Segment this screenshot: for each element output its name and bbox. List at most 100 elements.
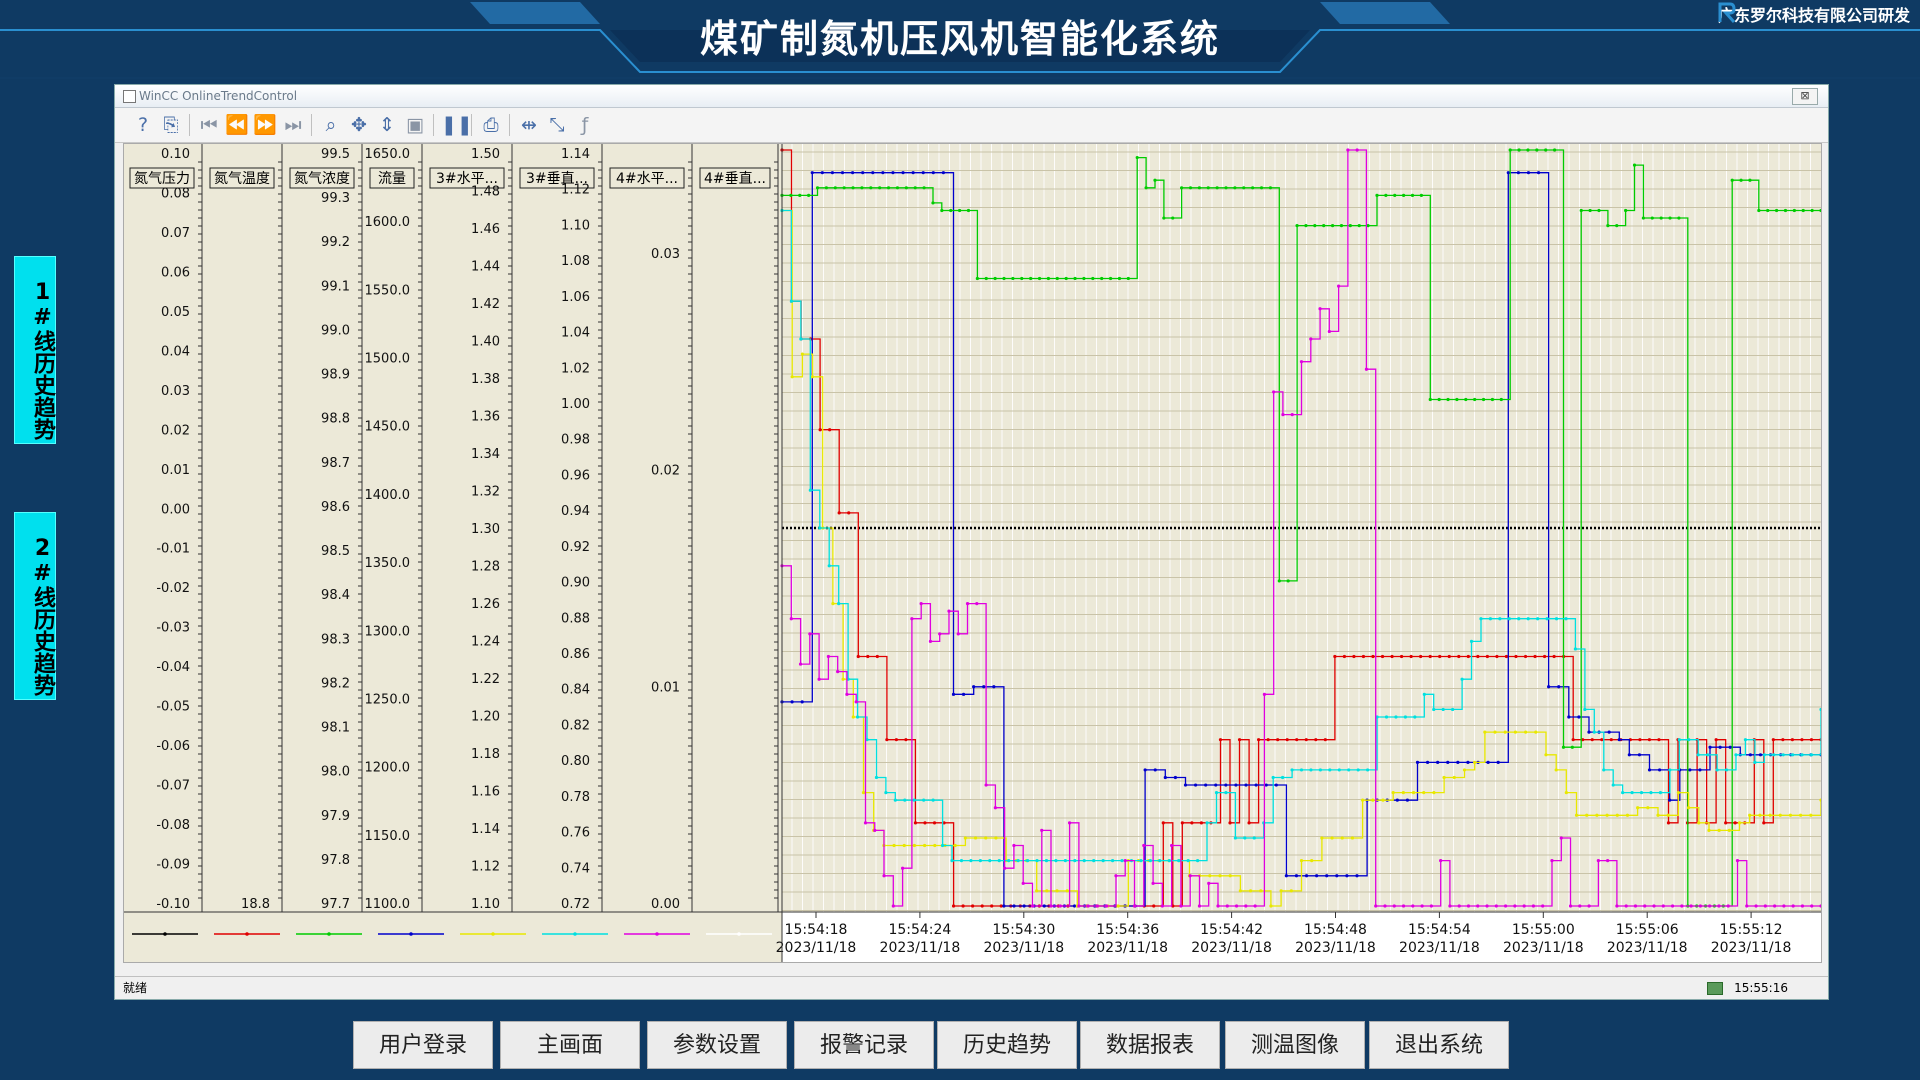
series-point [911,171,915,175]
series-point [1715,768,1719,772]
nav-data-report[interactable]: 数据报表 [1080,1021,1220,1069]
series-point [931,798,935,802]
series-point [1485,654,1489,659]
series-point [912,798,916,802]
series-point [1237,738,1242,742]
y-tick-label: 0.76 [561,826,590,841]
y-tick-label: 98.2 [321,676,350,691]
y-tick-label: 1.18 [471,747,500,762]
nav-user-login[interactable]: 用户登录 [353,1021,493,1069]
y-tick-label: 0.72 [561,897,590,912]
series-point [1438,654,1442,659]
x-tick-date: 2023/11/18 [1711,940,1792,956]
nav-exit-system[interactable]: 退出系统 [1369,1021,1509,1069]
series-point [847,511,851,515]
zoom-icon[interactable]: ⌕ [319,113,343,137]
series-point [1724,821,1728,825]
series-point [1800,904,1805,908]
first-record-icon[interactable]: ⏮ [197,113,221,137]
x-tick-time: 15:55:12 [1720,922,1783,938]
y-tick-label: 0.07 [161,226,190,241]
series-point [1781,738,1785,742]
ruler-icon[interactable]: ⇹ [517,113,541,137]
nav-parameter-settings[interactable]: 参数设置 [647,1021,787,1069]
y-tick-label: 0.94 [561,504,590,519]
series-point [1063,859,1067,863]
x-tick-time: 15:55:00 [1512,922,1575,938]
line2-history-button[interactable]: 2#线历史趋势 [14,512,56,700]
series-point [978,859,982,863]
series-point [1448,904,1452,908]
series-point [799,337,803,341]
y-tick-label: 1.34 [471,447,500,462]
series-point [1393,193,1397,197]
series-point [1345,874,1349,878]
series-point [1163,775,1167,780]
line1-history-button[interactable]: 1#线历史趋势 [14,256,56,444]
series-point [1152,904,1156,908]
series-point [1568,904,1573,908]
series-point [1495,654,1499,659]
last-record-icon[interactable]: ⏭ [281,113,305,137]
series-point [1072,904,1077,908]
series-point [1405,798,1410,802]
y-tick-label: 0.88 [561,611,590,626]
series-point [1330,836,1334,840]
series-point [1286,579,1290,583]
move-icon[interactable]: ✥ [347,113,371,137]
statistics-icon[interactable]: ƒ [573,113,597,137]
y-tick-label: 1.26 [471,597,500,612]
series-point [1564,791,1568,795]
series-point [1590,738,1594,742]
y-tick-label: -0.01 [156,542,190,557]
nav-main-screen[interactable]: 主画面 [500,1021,640,1069]
series-point [893,798,897,802]
series-point [1810,208,1814,213]
series-point [938,632,942,636]
help-icon[interactable]: ? [131,113,155,137]
close-button[interactable]: ⊠ [1792,88,1818,105]
x-tick-date: 2023/11/18 [1191,940,1272,956]
series-point [1574,813,1579,817]
select-region-icon[interactable]: ⤡ [545,113,569,137]
nav-history-trend[interactable]: 历史趋势 [937,1021,1077,1069]
header-banner: 煤矿制氮机压风机智能化系统 广东罗尔科技有限公司研发 [0,0,1920,86]
config-icon[interactable]: ⎘ [159,113,183,137]
y-tick-label: 97.8 [321,853,350,868]
series-point [1058,904,1062,908]
series-point [845,692,849,696]
y-tick-label: 1.44 [471,260,500,275]
y-tick-label: 0.06 [161,265,190,280]
series-point [1455,397,1459,402]
nav-temperature-image[interactable]: 测温图像 [1225,1021,1365,1069]
move-axis-icon[interactable]: ⇕ [375,113,399,137]
series-point [878,186,882,190]
series-point [1153,768,1157,772]
series-point [1766,208,1770,213]
series-point [951,692,956,696]
series-point [1636,806,1640,810]
print-icon[interactable]: ⎙ [479,113,503,137]
series-point [1486,760,1490,764]
series-point [1188,186,1193,190]
series-point [1016,859,1020,863]
previous-record-icon[interactable]: ⏪ [225,113,249,137]
y-tick-label: 1.12 [471,860,500,875]
series-point [1800,753,1804,757]
series-point [961,904,965,908]
series-point [1708,904,1712,908]
series-point [1330,224,1335,228]
series-point [1579,208,1583,213]
stop-start-icon[interactable]: ❚❚ [441,113,473,137]
series-point [1401,904,1406,908]
next-record-icon[interactable]: ⏩ [253,113,277,137]
y-tick-label: 99.2 [321,235,350,250]
y-tick-label: 99.5 [321,147,350,162]
x-tick-date: 2023/11/18 [776,940,857,956]
y-tick-label: 1.00 [561,397,590,412]
series-point [1046,276,1051,281]
nav-alarm-records[interactable]: 报警记录 [794,1021,934,1069]
original-view-icon[interactable]: ▣ [403,113,427,137]
series-point [1773,904,1777,908]
series-point [1536,171,1541,175]
